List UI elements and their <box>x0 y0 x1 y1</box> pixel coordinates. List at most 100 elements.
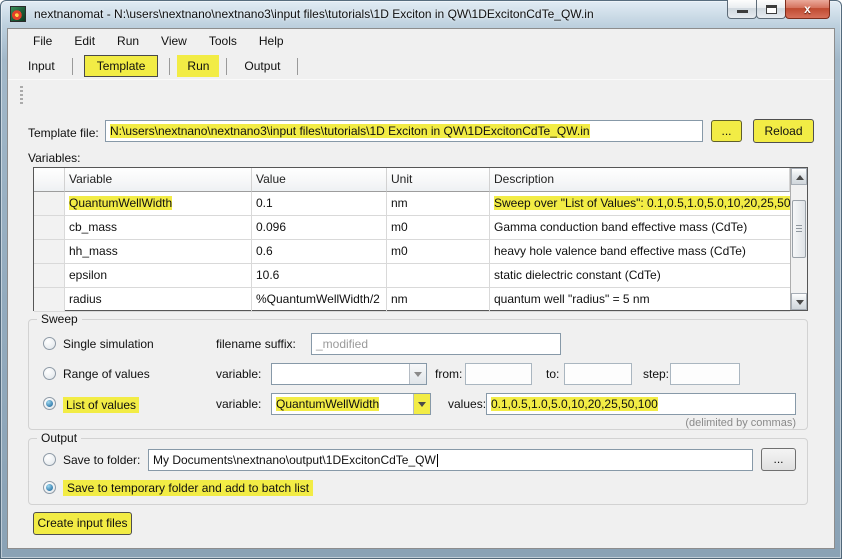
cell-unit[interactable] <box>387 264 490 288</box>
table-row[interactable]: QuantumWellWidth 0.1 nm Sweep over "List… <box>34 192 790 216</box>
cell-text: Sweep over "List of Values": 0.1,0.5,1.0… <box>494 196 790 210</box>
range-variable-dropdown-button[interactable] <box>409 364 426 384</box>
cell-value[interactable]: 0.1 <box>252 192 387 216</box>
client-area: File Edit Run View Tools Help Input Temp… <box>7 28 835 549</box>
cell-variable[interactable]: hh_mass <box>65 240 252 264</box>
save-to-folder-radio[interactable] <box>43 453 56 466</box>
table-scrollbar[interactable] <box>790 168 807 310</box>
range-of-values-label: Range of values <box>63 367 150 381</box>
minimize-icon <box>737 10 748 13</box>
table-row[interactable]: radius %QuantumWellWidth/2 nm quantum we… <box>34 288 790 312</box>
app-icon <box>10 6 26 22</box>
sweep-groupbox: Sweep Single simulation filename suffix:… <box>28 319 808 430</box>
from-input[interactable] <box>465 363 532 385</box>
tab-separator <box>226 58 227 75</box>
row-selector[interactable] <box>34 192 65 216</box>
cell-text: QuantumWellWidth <box>69 196 172 210</box>
menu-run[interactable]: Run <box>106 30 150 52</box>
step-label: step: <box>643 367 669 381</box>
filename-suffix-value: _modified <box>316 337 368 351</box>
cell-variable[interactable]: epsilon <box>65 264 252 288</box>
list-variable-dropdown-button[interactable] <box>413 394 430 414</box>
table-header-row: Variable Value Unit Description <box>34 168 790 192</box>
cell-description[interactable]: Sweep over "List of Values": 0.1,0.5,1.0… <box>490 192 790 216</box>
chevron-down-icon <box>418 402 426 407</box>
scroll-up-button[interactable] <box>791 168 807 185</box>
cell-unit[interactable]: m0 <box>387 216 490 240</box>
close-icon: x <box>786 2 829 16</box>
cell-value[interactable]: %QuantumWellWidth/2 <box>252 288 387 312</box>
menu-tools[interactable]: Tools <box>198 30 248 52</box>
create-input-files-button[interactable]: Create input files <box>33 512 132 535</box>
to-input[interactable] <box>564 363 632 385</box>
col-header-description[interactable]: Description <box>490 168 790 192</box>
cell-value[interactable]: 0.6 <box>252 240 387 264</box>
cell-description[interactable]: Gamma conduction band effective mass (Cd… <box>490 216 790 240</box>
app-window: nextnanomat - N:\users\nextnano\nextnano… <box>0 0 842 559</box>
cell-variable[interactable]: QuantumWellWidth <box>65 192 252 216</box>
output-browse-button[interactable]: ... <box>761 448 796 471</box>
template-browse-button[interactable]: ... <box>711 120 742 142</box>
row-selector[interactable] <box>34 216 65 240</box>
list-variable-combobox[interactable]: QuantumWellWidth <box>271 393 431 415</box>
cell-unit[interactable]: nm <box>387 192 490 216</box>
menu-edit[interactable]: Edit <box>63 30 106 52</box>
maximize-icon <box>766 5 777 14</box>
tab-separator <box>169 58 170 75</box>
maximize-button[interactable] <box>756 0 786 19</box>
list-of-values-radio[interactable] <box>43 397 56 410</box>
close-button[interactable]: x <box>785 0 830 19</box>
tab-template[interactable]: Template <box>84 55 159 77</box>
range-variable-combobox[interactable] <box>271 363 427 385</box>
cell-variable[interactable]: radius <box>65 288 252 312</box>
menu-view[interactable]: View <box>150 30 198 52</box>
single-simulation-radio[interactable] <box>43 337 56 350</box>
table-row[interactable]: cb_mass 0.096 m0 Gamma conduction band e… <box>34 216 790 240</box>
values-label: values: <box>448 397 486 411</box>
minimize-button[interactable] <box>727 0 757 19</box>
save-to-temp-label: Save to temporary folder and add to batc… <box>63 480 313 496</box>
values-input[interactable]: 0.1,0.5,1.0,5.0,10,20,25,50,100 <box>486 393 796 415</box>
template-file-input[interactable]: N:\users\nextnano\nextnano3\input files\… <box>105 120 703 142</box>
table-row[interactable]: hh_mass 0.6 m0 heavy hole valence band e… <box>34 240 790 264</box>
range-of-values-radio[interactable] <box>43 367 56 380</box>
menu-file[interactable]: File <box>22 30 63 52</box>
filename-suffix-input[interactable]: _modified <box>311 333 561 355</box>
reload-button[interactable]: Reload <box>753 119 814 143</box>
row-selector[interactable] <box>34 264 65 288</box>
col-header-value[interactable]: Value <box>252 168 387 192</box>
cell-variable[interactable]: cb_mass <box>65 216 252 240</box>
cell-description[interactable]: heavy hole valence band effective mass (… <box>490 240 790 264</box>
single-simulation-label: Single simulation <box>63 337 154 351</box>
col-header-unit[interactable]: Unit <box>387 168 490 192</box>
title-bar[interactable]: nextnanomat - N:\users\nextnano\nextnano… <box>0 0 842 28</box>
tab-run[interactable]: Run <box>177 55 219 77</box>
menu-help[interactable]: Help <box>248 30 295 52</box>
step-input[interactable] <box>670 363 740 385</box>
tab-separator <box>72 58 73 75</box>
tab-output[interactable]: Output <box>234 55 290 77</box>
cell-value[interactable]: 0.096 <box>252 216 387 240</box>
scroll-down-button[interactable] <box>791 293 807 310</box>
menu-bar: File Edit Run View Tools Help <box>8 29 834 53</box>
arrow-up-icon <box>796 175 804 180</box>
toolbar-strip <box>8 79 834 109</box>
output-groupbox: Output Save to folder: My Documents\next… <box>28 438 808 505</box>
cell-description[interactable]: quantum well "radius" = 5 nm <box>490 288 790 312</box>
output-folder-input[interactable]: My Documents\nextnano\output\1DExcitonCd… <box>148 449 753 471</box>
cell-description[interactable]: static dielectric constant (CdTe) <box>490 264 790 288</box>
cell-unit[interactable]: nm <box>387 288 490 312</box>
cell-value[interactable]: 10.6 <box>252 264 387 288</box>
range-variable-label: variable: <box>216 367 261 381</box>
scrollbar-thumb[interactable] <box>792 200 806 258</box>
save-to-temp-radio[interactable] <box>43 481 56 494</box>
col-header-variable[interactable]: Variable <box>65 168 252 192</box>
tab-input[interactable]: Input <box>18 55 65 77</box>
row-selector[interactable] <box>34 240 65 264</box>
variables-label: Variables: <box>28 151 80 165</box>
toolbar-grip-icon[interactable] <box>20 86 23 105</box>
cell-unit[interactable]: m0 <box>387 240 490 264</box>
table-row[interactable]: epsilon 10.6 static dielectric constant … <box>34 264 790 288</box>
output-group-title: Output <box>37 431 81 445</box>
row-selector[interactable] <box>34 288 65 312</box>
